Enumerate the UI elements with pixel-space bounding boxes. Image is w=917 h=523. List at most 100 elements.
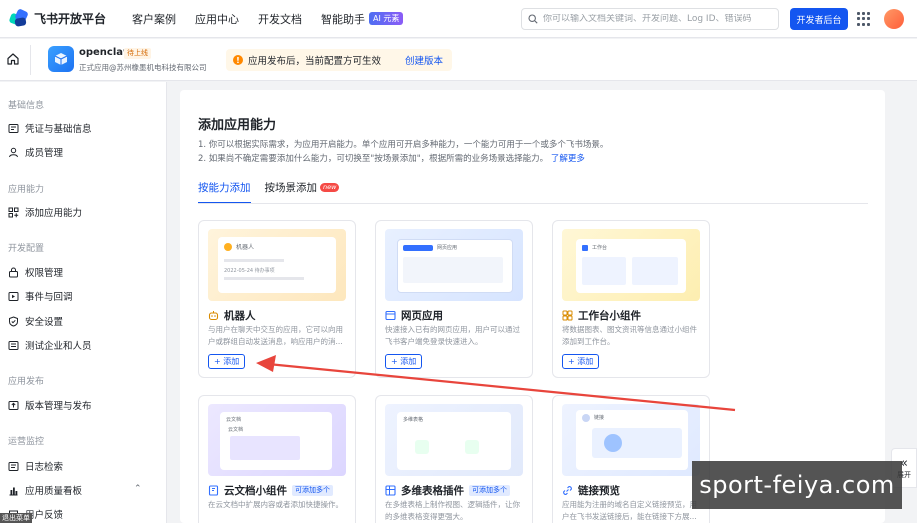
card-description: 在云文档中扩展内容或者添加快捷操作。 bbox=[208, 500, 343, 509]
add-bot-button[interactable]: + 添加 bbox=[208, 354, 246, 369]
sidebar-group-dev-config: 开发配置 bbox=[8, 244, 45, 254]
web-app-preview-title: 网页应用 bbox=[437, 245, 458, 251]
capability-card-bot[interactable]: 机器人 2022-05-24 待办事项 机器人 与用户在聊天中交互的应用，它可以… bbox=[198, 220, 356, 378]
search-box[interactable] bbox=[521, 8, 779, 30]
sidebar-item-members[interactable]: 成员管理 bbox=[8, 145, 63, 159]
create-version-link[interactable]: 创建版本 bbox=[405, 53, 443, 67]
lock-icon bbox=[9, 267, 18, 277]
add-web-app-button[interactable]: + 添加 bbox=[385, 354, 423, 369]
bot-preview-subtitle: 2022-05-24 待办事项 bbox=[224, 268, 275, 274]
app-subtitle: 正式应用@苏州橡墨机电科技有限公司 bbox=[79, 63, 207, 72]
apps-grid-icon[interactable] bbox=[857, 12, 871, 26]
sidebar-item-permissions[interactable]: 权限管理 bbox=[8, 265, 63, 279]
header-divider bbox=[30, 45, 31, 75]
sidebar-group-ops: 运营监控 bbox=[8, 437, 45, 447]
top-navigation: 飞书开放平台 客户案例 应用中心 开发文档 智能助手 AI 元素 开发者后台 bbox=[0, 0, 917, 38]
description-line-1: 1. 你可以根据实际需求，为应用开启能力。单个应用可开启多种能力，一个能力可用于… bbox=[198, 140, 609, 150]
cube-icon bbox=[54, 53, 68, 65]
card-title-text: 云文档小组件 bbox=[224, 485, 287, 497]
link-preview-preview-title: 链接 bbox=[594, 415, 605, 421]
capability-card-link-preview[interactable]: 链接 链接预览 应用能为注册的域名自定义链接预览，用户在飞书发送链接后，能在链接… bbox=[552, 395, 710, 523]
capability-card-workplace-widget[interactable]: 工作台 工作台小组件 将数据图表、图文资讯等信息通过小组件添加到工作台。 + 添… bbox=[552, 220, 710, 378]
user-avatar[interactable] bbox=[884, 9, 904, 29]
sidebar-item-label: 成员管理 bbox=[25, 148, 64, 159]
description-line-2: 2. 如果尚不确定需要添加什么能力，可切换至"按场景添加"，根据所需的业务场景选… bbox=[198, 152, 585, 164]
notice-text: 应用发布后，当前配置方可生效 bbox=[248, 56, 382, 67]
brand-logo[interactable]: 飞书开放平台 bbox=[8, 7, 107, 28]
nav-link-assistant-label: 智能助手 bbox=[321, 12, 366, 26]
sidebar-item-quality[interactable]: 应用质量看板 bbox=[8, 483, 82, 497]
sidebar: 基础信息 凭证与基础信息 成员管理 应用能力 添加应用能力 开发配置 权限管理 … bbox=[0, 82, 167, 523]
card-title: 云文档小组件 可添加多个 bbox=[208, 483, 333, 498]
card-title: 多维表格插件 可添加多个 bbox=[385, 483, 510, 498]
sidebar-item-versions[interactable]: 版本管理与发布 bbox=[8, 398, 92, 412]
capability-card-base-plugin[interactable]: 多维表格 多维表格插件 可添加多个 在多维表格上制作视图、逻辑插件，让你的多维表… bbox=[375, 395, 533, 523]
brand-name: 飞书开放平台 bbox=[34, 12, 107, 26]
sidebar-item-label: 安全设置 bbox=[25, 317, 64, 328]
base-plugin-preview-title: 多维表格 bbox=[403, 417, 424, 423]
card-title-text: 多维表格插件 bbox=[401, 485, 464, 497]
nav-link-assistant[interactable]: 智能助手 AI 元素 bbox=[321, 11, 404, 27]
card-title: 工作台小组件 bbox=[562, 308, 641, 323]
search-input[interactable] bbox=[543, 14, 773, 24]
sidebar-item-events[interactable]: 事件与回调 bbox=[8, 289, 73, 303]
docs-widget-preview-title: 云文档 bbox=[226, 417, 242, 423]
nav-link-cases[interactable]: 客户案例 bbox=[132, 11, 176, 27]
shield-icon bbox=[9, 315, 18, 327]
search-icon bbox=[528, 14, 538, 24]
tab-by-scenario-label: 按场景添加 bbox=[264, 182, 318, 194]
app-icon bbox=[48, 46, 74, 72]
bot-preview-title: 机器人 bbox=[236, 244, 255, 251]
feishu-logo-icon bbox=[8, 7, 29, 28]
main-panel: 添加应用能力 1. 你可以根据实际需求，为应用开启能力。单个应用可开启多种能力，… bbox=[180, 90, 885, 523]
learn-more-link[interactable]: 了解更多 bbox=[551, 154, 585, 164]
watermark: sport-feiya.com bbox=[692, 461, 902, 509]
grid-plus-icon bbox=[8, 207, 19, 217]
add-workplace-widget-button[interactable]: + 添加 bbox=[562, 354, 600, 369]
card-title: 网页应用 bbox=[385, 308, 443, 323]
nav-link-docs[interactable]: 开发文档 bbox=[258, 11, 302, 27]
card-title-text: 机器人 bbox=[224, 310, 256, 322]
card-description: 将数据图表、图文资讯等信息通过小组件添加到工作台。 bbox=[562, 325, 697, 346]
card-title-text: 工作台小组件 bbox=[578, 310, 641, 322]
home-icon[interactable] bbox=[6, 52, 20, 66]
widget-preview-title: 工作台 bbox=[592, 245, 608, 251]
sidebar-item-security[interactable]: 安全设置 bbox=[8, 314, 63, 328]
nav-links: 客户案例 应用中心 开发文档 智能助手 AI 元素 bbox=[132, 11, 422, 27]
card-title: 链接预览 bbox=[562, 483, 620, 498]
link-preview-preview-image: 链接 bbox=[562, 404, 700, 476]
capability-card-docs-widget[interactable]: 云文档 云文档 云文档小组件 可添加多个 在云文档中扩展内容或者添加快捷操作。 bbox=[198, 395, 356, 523]
tab-by-capability[interactable]: 按能力添加 bbox=[198, 180, 251, 204]
nav-link-app-center[interactable]: 应用中心 bbox=[195, 11, 239, 27]
sidebar-item-label: 日志检索 bbox=[25, 462, 64, 473]
bot-icon bbox=[208, 311, 219, 321]
docs-widget-preview-image: 云文档 云文档 bbox=[208, 404, 346, 476]
sidebar-item-label: 应用质量看板 bbox=[25, 486, 83, 497]
capability-card-web-app[interactable]: 网页应用 网页应用 快速接入已有的网页应用，用户可以通过飞书客户端免登录快速进入… bbox=[375, 220, 533, 378]
multiple-allowed-tag: 可添加多个 bbox=[292, 485, 333, 496]
sidebar-item-logs[interactable]: 日志检索 bbox=[8, 459, 63, 473]
sidebar-item-label: 事件与回调 bbox=[25, 292, 73, 303]
card-description: 应用能为注册的域名自定义链接预览，用户在飞书发送链接后，能在链接下方展... bbox=[562, 500, 697, 521]
sidebar-item-label: 凭证与基础信息 bbox=[25, 124, 92, 135]
event-icon bbox=[8, 291, 19, 301]
test-icon bbox=[8, 340, 19, 350]
developer-console-button[interactable]: 开发者后台 bbox=[790, 8, 848, 30]
chevron-up-icon[interactable]: ⌃ bbox=[134, 484, 142, 494]
tabs: 按能力添加 按场景添加 new bbox=[198, 180, 353, 204]
card-title: 机器人 bbox=[208, 308, 256, 323]
warning-icon: ! bbox=[233, 55, 243, 65]
card-title-text: 链接预览 bbox=[578, 485, 620, 497]
sidebar-item-credentials[interactable]: 凭证与基础信息 bbox=[8, 121, 92, 135]
card-description: 快速接入已有的网页应用，用户可以通过飞书客户端免登录快速进入。 bbox=[385, 325, 520, 346]
sidebar-item-add-capability[interactable]: 添加应用能力 bbox=[8, 205, 82, 219]
description-line-2-text: 2. 如果尚不确定需要添加什么能力，可切换至"按场景添加"，根据所需的业务场景选… bbox=[198, 154, 549, 164]
tab-underline bbox=[198, 203, 868, 204]
user-icon bbox=[9, 147, 18, 157]
app-status-badge: 待上线 bbox=[124, 48, 151, 59]
sidebar-item-label: 添加应用能力 bbox=[25, 208, 83, 219]
sidebar-item-test-tenant[interactable]: 测试企业和人员 bbox=[8, 338, 92, 352]
app-header: openclaw 待上线 正式应用@苏州橡墨机电科技有限公司 ! 应用发布后，当… bbox=[0, 39, 917, 81]
tab-by-scenario[interactable]: 按场景添加 new bbox=[265, 180, 340, 195]
chart-icon bbox=[9, 487, 18, 495]
